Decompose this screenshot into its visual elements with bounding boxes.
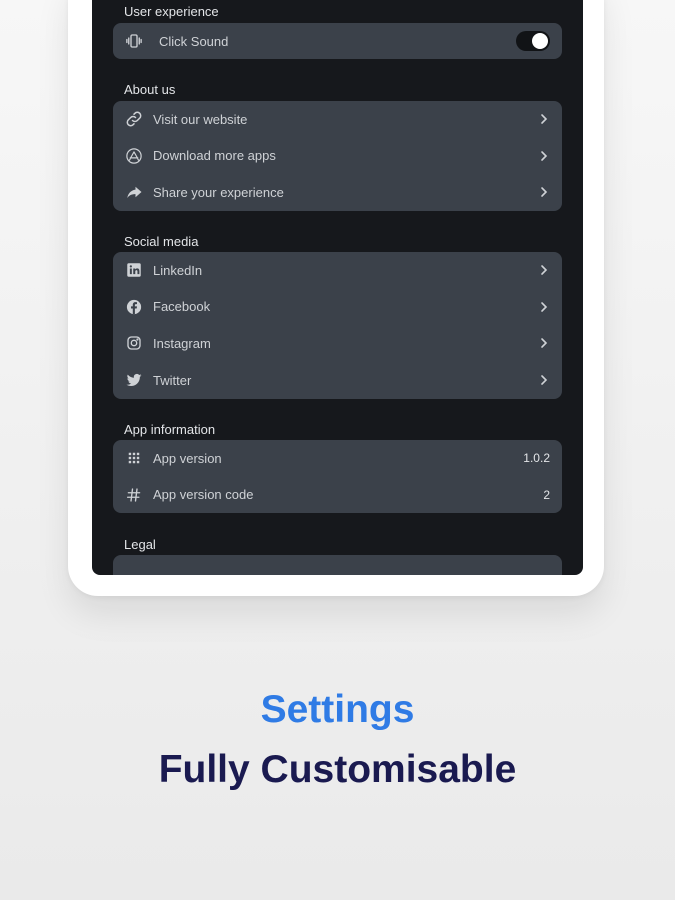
setting-click-sound-label: Click Sound [159, 33, 229, 49]
app-version-value: 1.0.2 [523, 451, 550, 466]
setting-share-experience[interactable]: Share your experience [113, 174, 562, 211]
chevron-right-icon [538, 113, 550, 125]
app-version-code-value: 2 [543, 487, 550, 502]
card-legal [113, 555, 562, 575]
setting-visit-website[interactable]: Visit our website [113, 101, 562, 138]
setting-twitter-label: Twitter [153, 372, 192, 388]
chevron-right-icon [538, 337, 550, 349]
chevron-right-icon [538, 301, 550, 313]
twitter-icon [123, 369, 145, 391]
grid-icon [123, 447, 145, 469]
setting-instagram[interactable]: Instagram [113, 325, 562, 362]
setting-linkedin[interactable]: LinkedIn [113, 252, 562, 289]
setting-linkedin-label: LinkedIn [153, 262, 203, 278]
card-user-experience: Click Sound [113, 23, 562, 59]
section-title-legal: Legal [124, 537, 156, 552]
hash-icon [123, 484, 145, 506]
info-app-version: App version 1.0.2 [113, 440, 562, 477]
chevron-right-icon [538, 264, 550, 276]
settings-screen: User experience Click Sound About us Vis… [92, 0, 583, 575]
section-title-app-information: App information [124, 422, 216, 437]
info-app-version-code: App version code 2 [113, 477, 562, 513]
info-app-version-label: App version [153, 450, 222, 466]
linkedin-icon [123, 259, 145, 281]
section-title-user-experience: User experience [124, 4, 219, 19]
setting-facebook[interactable]: Facebook [113, 289, 562, 326]
card-about-us: Visit our website Download more apps Sha… [113, 101, 562, 211]
setting-download-more-apps[interactable]: Download more apps [113, 138, 562, 175]
card-social-media: LinkedIn Facebook Instagram Twitter [113, 252, 562, 399]
click-sound-toggle[interactable] [516, 31, 550, 51]
section-title-about-us: About us [124, 82, 176, 97]
headline-settings: Settings [260, 688, 415, 731]
setting-instagram-label: Instagram [153, 335, 211, 351]
facebook-icon [123, 296, 145, 318]
instagram-icon [123, 332, 145, 354]
chevron-right-icon [538, 150, 550, 162]
chevron-right-icon [538, 186, 550, 198]
headline-fully-customisable: Fully Customisable [158, 748, 517, 791]
app-store-icon [123, 145, 145, 167]
section-title-social-media: Social media [124, 234, 199, 249]
chevron-right-icon [538, 374, 550, 386]
setting-facebook-label: Facebook [153, 299, 211, 315]
vibration-icon [123, 30, 145, 52]
share-icon [123, 181, 145, 203]
info-app-version-code-label: App version code [153, 487, 254, 503]
setting-click-sound[interactable]: Click Sound [113, 23, 562, 59]
card-app-information: App version 1.0.2 App version code 2 [113, 440, 562, 513]
setting-download-more-apps-label: Download more apps [153, 148, 276, 164]
setting-share-experience-label: Share your experience [153, 184, 284, 200]
setting-visit-website-label: Visit our website [153, 111, 248, 127]
setting-twitter[interactable]: Twitter [113, 362, 562, 399]
toggle-knob [532, 33, 548, 49]
link-icon [123, 108, 145, 130]
